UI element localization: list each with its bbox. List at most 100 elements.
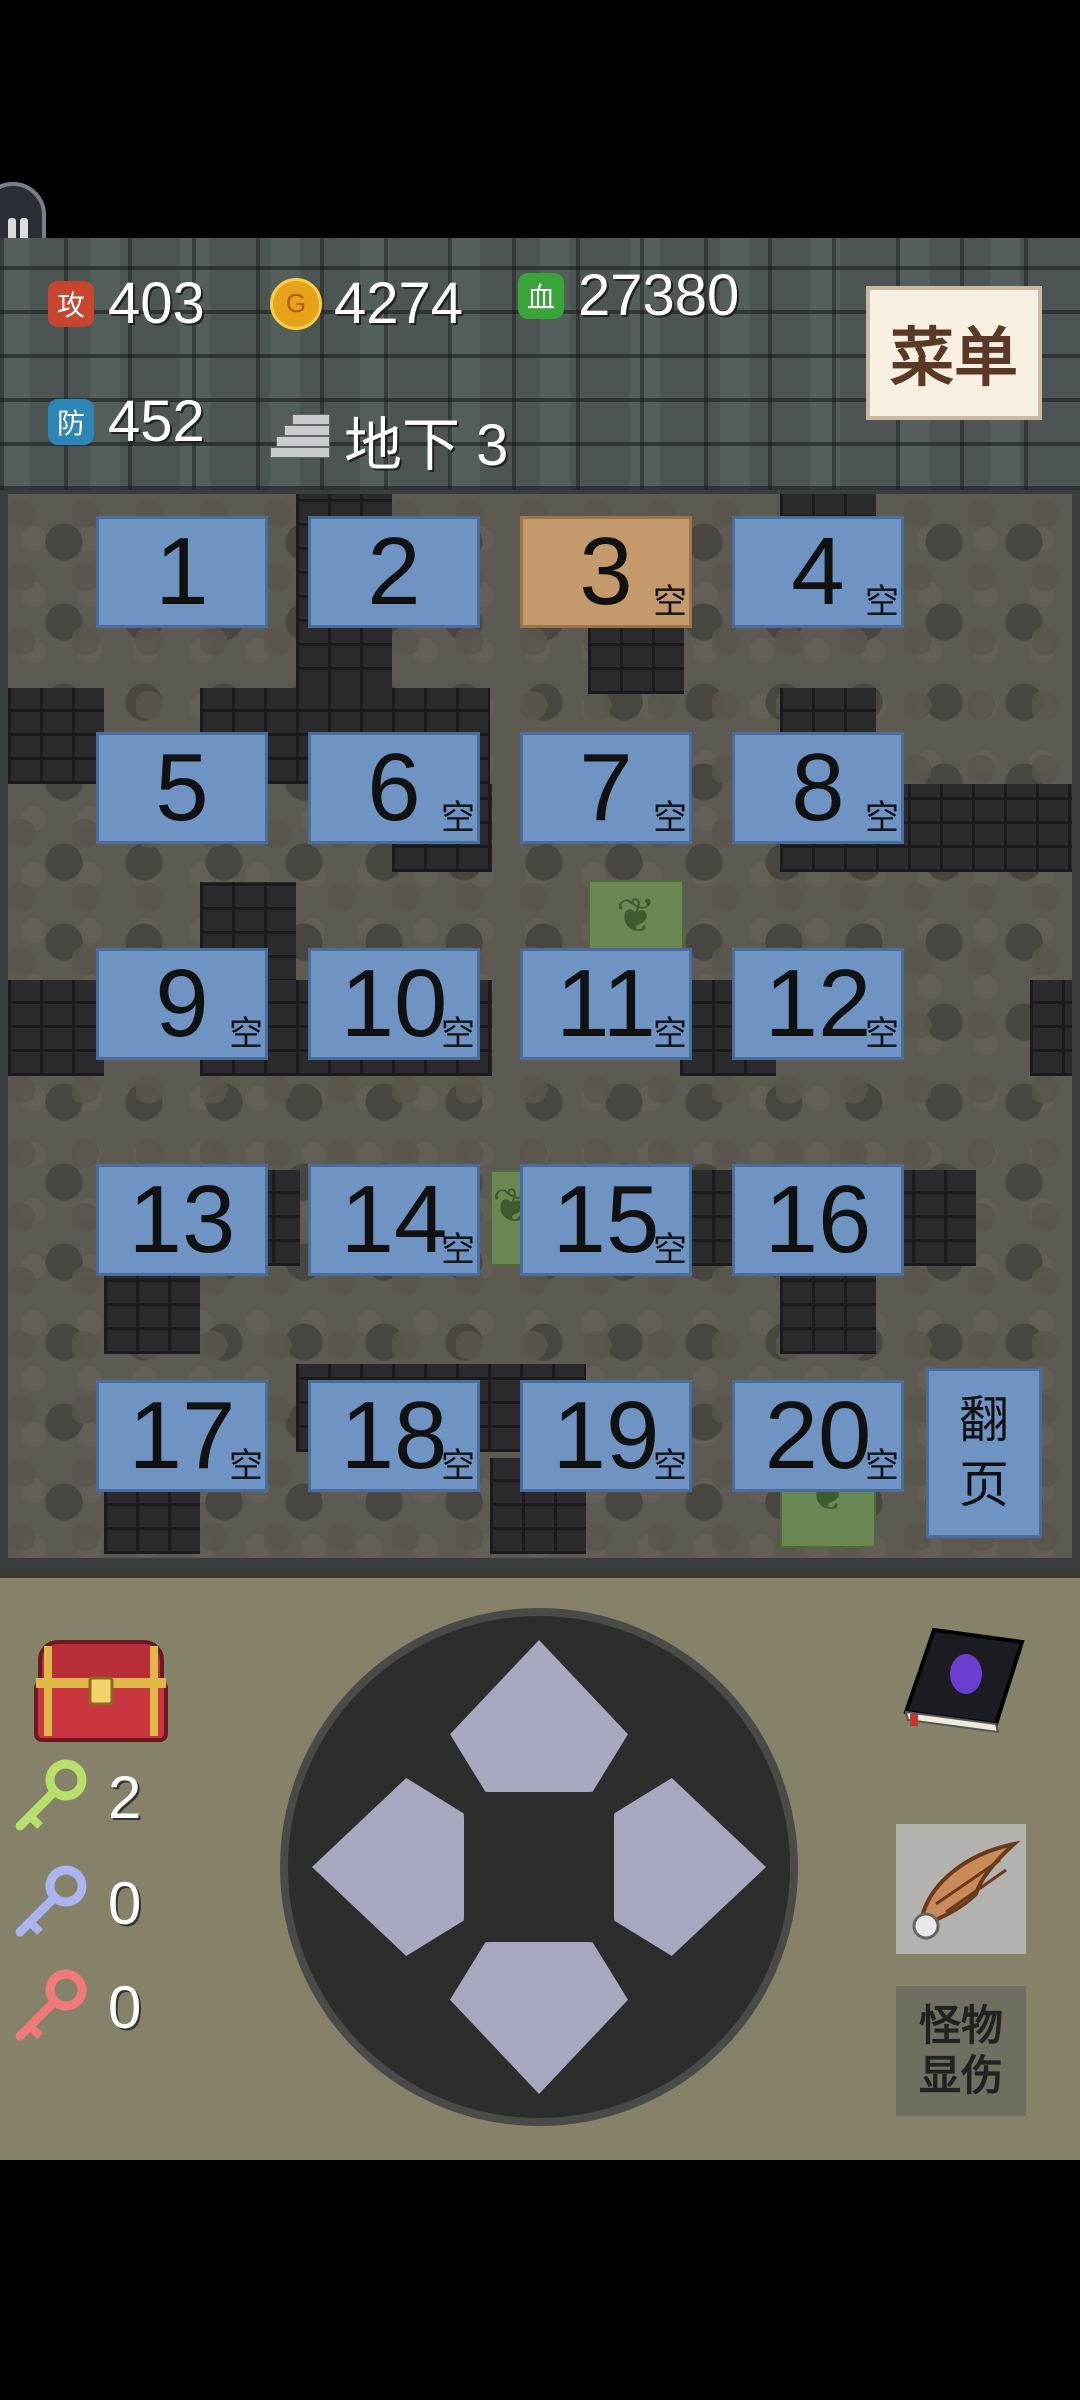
dpad-left-button[interactable] xyxy=(312,1778,464,1956)
hp-stat: 血 27380 xyxy=(518,262,739,329)
save-slot-number: 20 xyxy=(764,1382,872,1489)
save-slot-number: 19 xyxy=(552,1382,660,1489)
save-slot-button[interactable]: 7空 xyxy=(520,732,692,844)
key-icon xyxy=(15,1865,87,1937)
wall-block xyxy=(8,980,104,1076)
save-slot-empty-tag: 空 xyxy=(865,1447,899,1485)
save-slot-number: 16 xyxy=(764,1166,872,1273)
save-slot-number: 1 xyxy=(155,518,209,625)
save-slot-empty-tag: 空 xyxy=(653,1015,687,1053)
save-slot-button[interactable]: 3空 xyxy=(520,516,692,628)
stairs-icon xyxy=(270,414,330,466)
page-flip-label-2: 页 xyxy=(959,1457,1009,1513)
game-board: 123空4空56空7空8空9空10空11空12空1314空15空1617空18空… xyxy=(0,490,1080,2046)
save-slot-number: 10 xyxy=(340,950,448,1057)
key-icon xyxy=(15,1759,87,1831)
direction-pad xyxy=(280,1608,798,2126)
save-slot-number: 8 xyxy=(791,734,845,841)
save-slot-button[interactable]: 14 空 xyxy=(308,1164,480,1276)
save-slot-number: 9 xyxy=(155,950,209,1057)
save-slot-empty-tag: 空 xyxy=(865,583,899,621)
save-slot-button[interactable]: 2 xyxy=(308,516,480,628)
save-slot-empty-tag: 空 xyxy=(441,1447,475,1485)
save-slot-button[interactable]: 6空 xyxy=(308,732,480,844)
save-slot-empty-tag: 空 xyxy=(653,1231,687,1269)
monster-damage-button[interactable]: 怪物 显伤 xyxy=(896,1986,1026,2116)
attack-value: 403 xyxy=(108,271,205,336)
save-slot-empty-tag: 空 xyxy=(653,583,687,621)
save-slot-number: 2 xyxy=(367,518,421,625)
blue-key-row: 0 xyxy=(12,1864,141,1942)
save-slot-empty-tag: 空 xyxy=(865,1015,899,1053)
save-slot-number: 3 xyxy=(579,518,633,625)
save-slot-button[interactable]: 17 空 xyxy=(96,1380,268,1492)
save-slot-number: 15 xyxy=(552,1166,660,1273)
save-slot-button[interactable]: 9空 xyxy=(96,948,268,1060)
flying-wing-icon xyxy=(912,1840,1021,1940)
save-slot-button[interactable]: 8空 xyxy=(732,732,904,844)
save-slot-number: 13 xyxy=(128,1166,236,1273)
dpad-down-button[interactable] xyxy=(450,1942,628,2094)
hp-icon: 血 xyxy=(518,272,564,319)
plant-tile xyxy=(490,1170,524,1266)
yellow-key-row: 2 xyxy=(12,1758,141,1836)
save-slot-empty-tag: 空 xyxy=(229,1015,263,1053)
key-icon xyxy=(15,1969,87,2041)
save-slot-number: 11 xyxy=(556,950,656,1057)
monster-damage-label-1: 怪物 xyxy=(918,2001,1003,2049)
wall-block xyxy=(1030,980,1072,1076)
panel-divider xyxy=(0,1570,1080,1578)
save-slot-button[interactable]: 5 xyxy=(96,732,268,844)
monster-book-icon[interactable] xyxy=(900,1624,1028,1734)
control-panel: 2 0 0 怪物 显伤 xyxy=(0,1570,1080,2160)
defense-icon: 防 xyxy=(48,398,94,445)
save-slot-button[interactable]: 18 空 xyxy=(308,1380,480,1492)
menu-button[interactable]: 菜单 xyxy=(866,286,1042,420)
save-slot-number: 12 xyxy=(764,950,872,1057)
gold-value: 4274 xyxy=(334,271,464,336)
save-slot-button[interactable]: 13 xyxy=(96,1164,268,1276)
dpad-up-button[interactable] xyxy=(450,1640,628,1792)
gold-coin-icon: G xyxy=(270,277,322,330)
monster-damage-label-2: 显伤 xyxy=(918,2052,1003,2099)
page-flip-label-1: 翻 xyxy=(959,1392,1009,1448)
chest-icon[interactable] xyxy=(34,1638,168,1744)
attack-stat: 攻 403 xyxy=(48,270,205,337)
wall-block xyxy=(8,688,104,784)
save-slot-empty-tag: 空 xyxy=(441,799,475,837)
attack-icon: 攻 xyxy=(48,280,94,327)
save-slot-button[interactable]: 4空 xyxy=(732,516,904,628)
gold-stat: G 4274 xyxy=(270,270,463,337)
defense-value: 452 xyxy=(108,389,205,454)
save-slot-button[interactable]: 19 空 xyxy=(520,1380,692,1492)
save-slot-number: 6 xyxy=(367,734,421,841)
save-slot-empty-tag: 空 xyxy=(441,1015,475,1053)
hp-value: 27380 xyxy=(578,263,740,328)
save-slot-number: 18 xyxy=(340,1382,448,1489)
save-slot-button[interactable]: 16 xyxy=(732,1164,904,1276)
page-flip-button[interactable]: 翻 页 xyxy=(926,1368,1042,1538)
floor-value: 地下 3 xyxy=(344,413,509,478)
save-slot-button[interactable]: 12 空 xyxy=(732,948,904,1060)
navigation-bar-area xyxy=(0,2160,1080,2400)
save-slot-button[interactable]: 10 空 xyxy=(308,948,480,1060)
save-slot-number: 4 xyxy=(791,518,845,625)
save-slot-empty-tag: 空 xyxy=(653,1447,687,1485)
save-slot-empty-tag: 空 xyxy=(653,799,687,837)
yellow-key-count: 2 xyxy=(108,1763,142,1831)
save-slot-number: 14 xyxy=(340,1166,448,1273)
dpad-right-button[interactable] xyxy=(614,1778,766,1956)
save-slot-number: 7 xyxy=(579,734,633,841)
save-slot-button[interactable]: 1 xyxy=(96,516,268,628)
save-slot-empty-tag: 空 xyxy=(229,1447,263,1485)
floor-stat: 地下 3 xyxy=(270,398,508,482)
wall-block xyxy=(588,624,684,694)
save-slot-button[interactable]: 20 空 xyxy=(732,1380,904,1492)
red-key-count: 0 xyxy=(108,1973,142,2041)
save-slot-button[interactable]: 15 空 xyxy=(520,1164,692,1276)
status-bar-area xyxy=(0,0,1080,276)
flying-wing-button[interactable] xyxy=(896,1824,1026,1954)
save-slot-button[interactable]: 11 空 xyxy=(520,948,692,1060)
defense-stat: 防 452 xyxy=(48,388,205,455)
blue-key-count: 0 xyxy=(108,1869,142,1937)
